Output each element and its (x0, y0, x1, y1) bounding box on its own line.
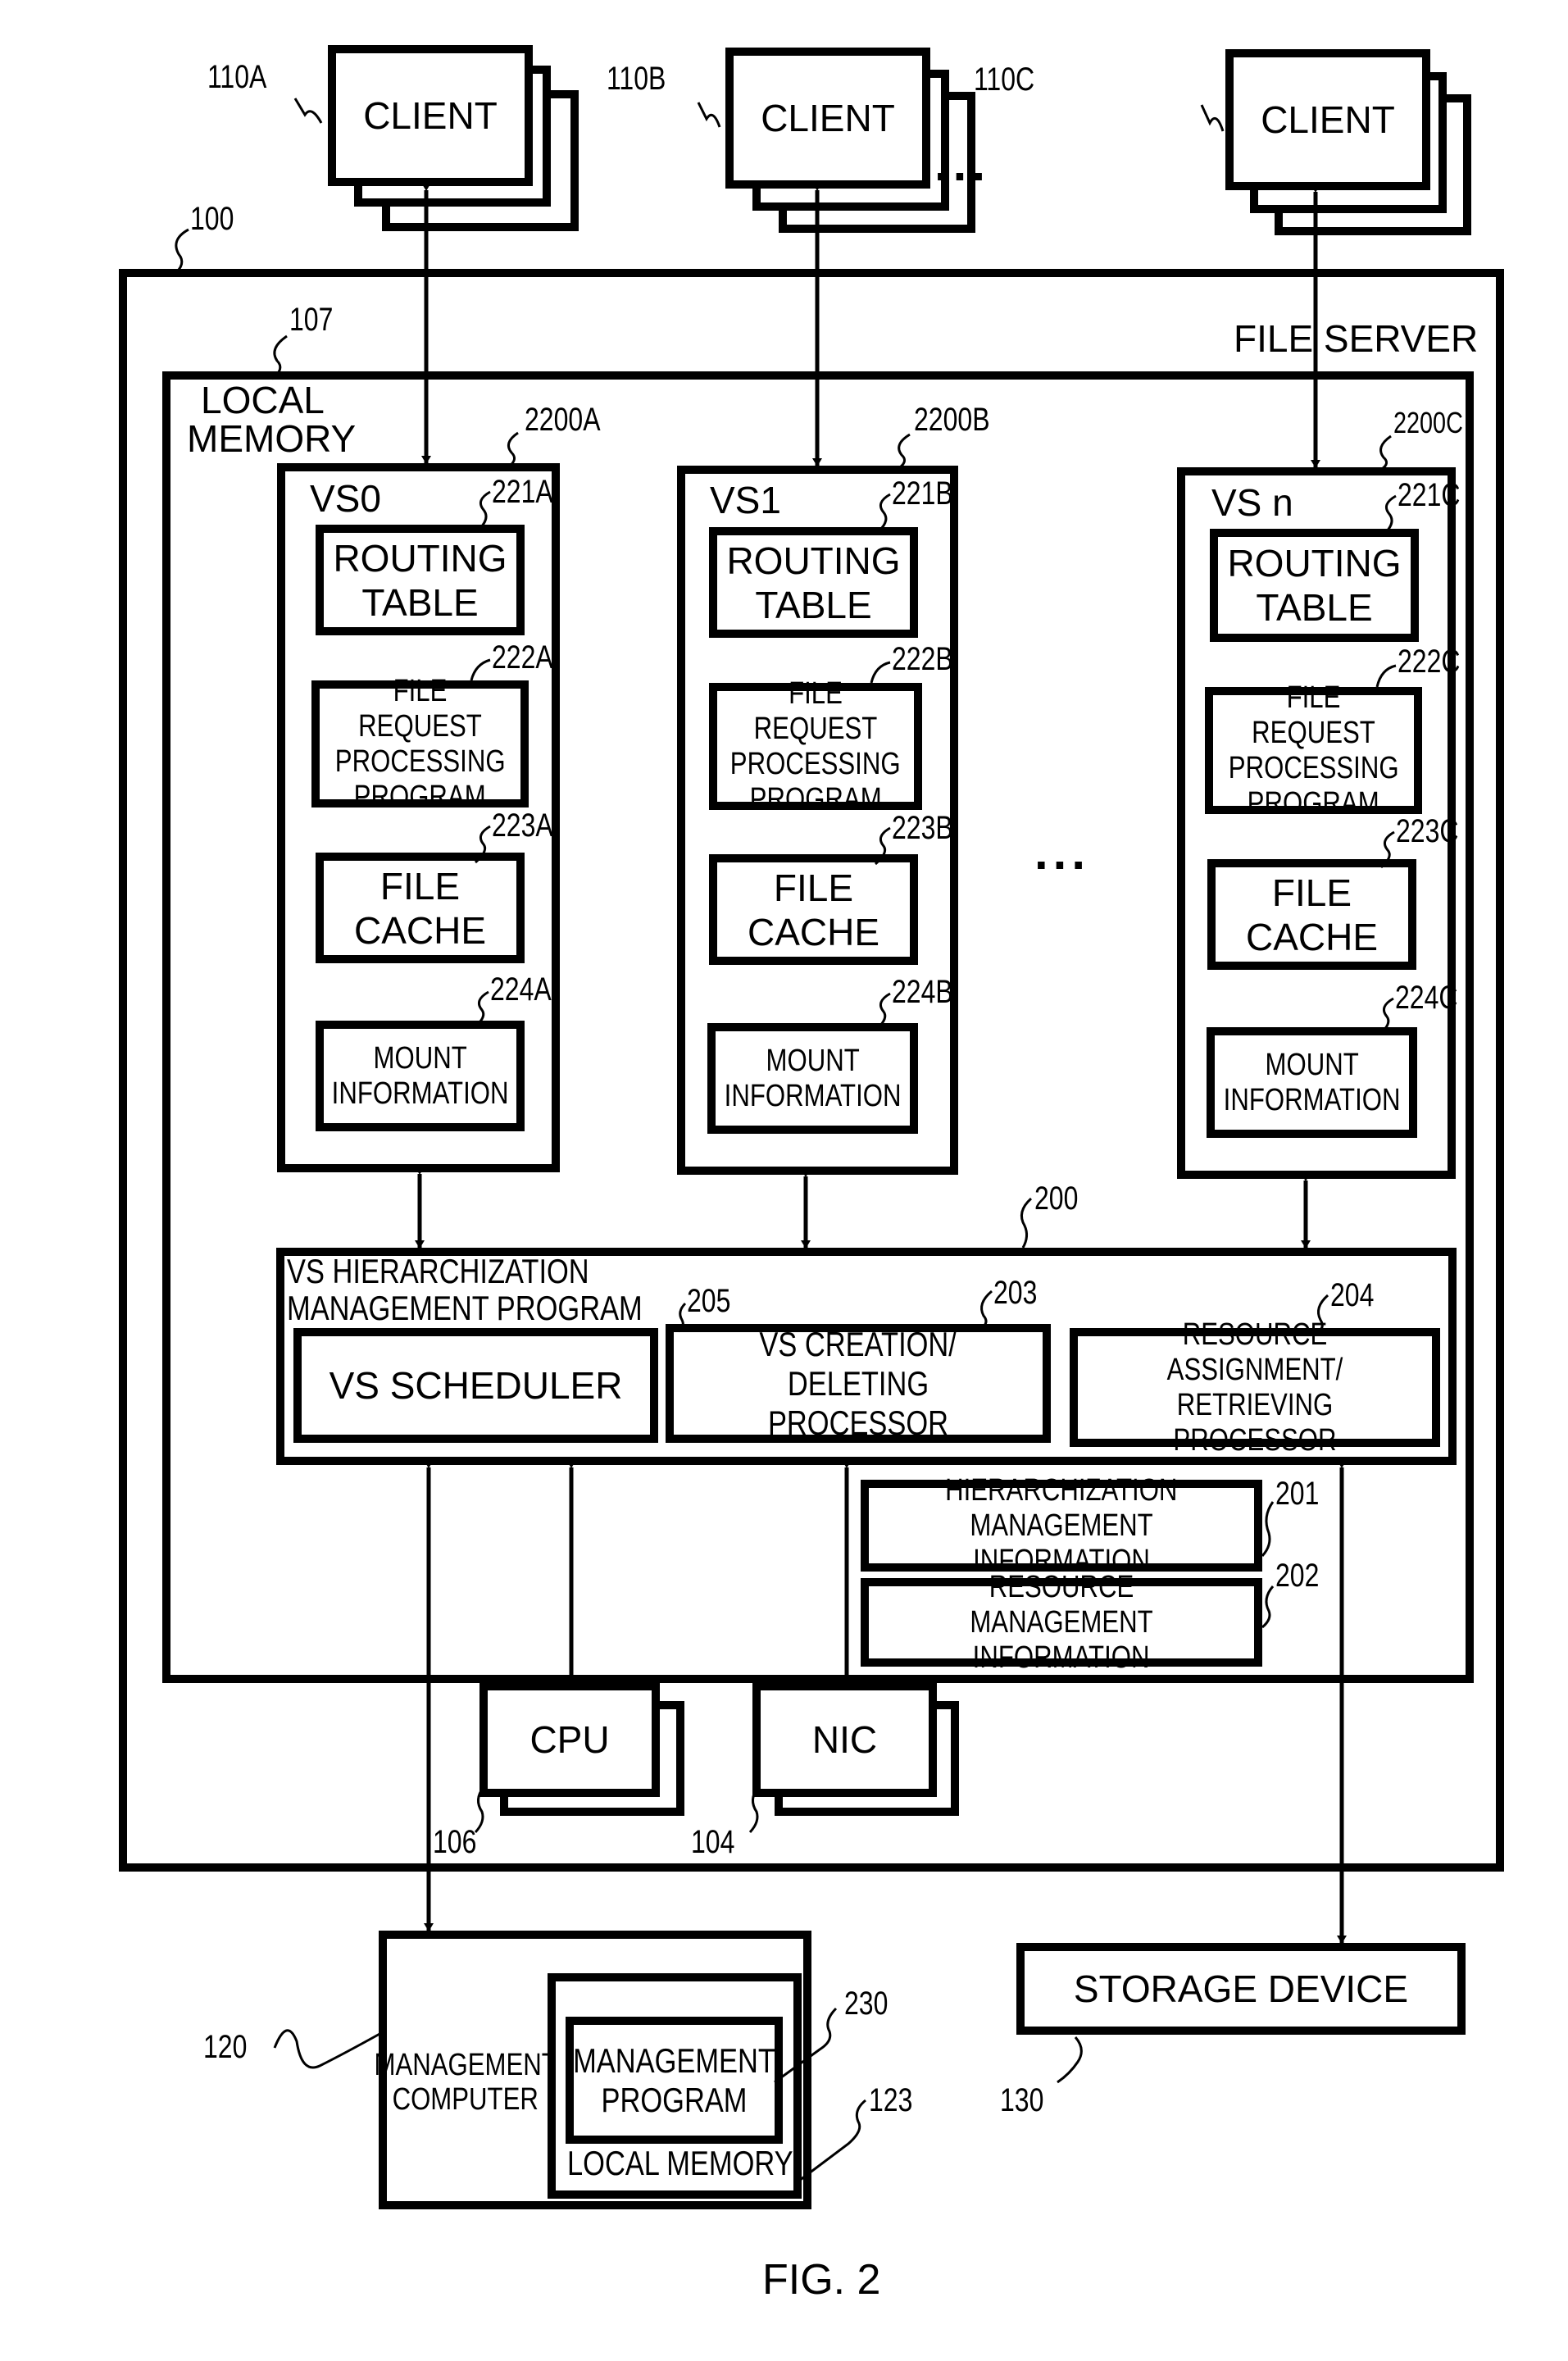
leader-224b (875, 992, 891, 1030)
leader-221b (877, 493, 891, 533)
leader-222c (1375, 664, 1397, 688)
leader-221a (478, 490, 491, 530)
leader-2200a (507, 431, 519, 467)
leader-221c (1384, 494, 1397, 535)
leader-2200b (898, 433, 911, 469)
leader-120 (273, 2029, 382, 2069)
connectors (173, 98, 1397, 2182)
leader-106 (474, 1786, 485, 1834)
leader-100 (173, 228, 189, 276)
leader-224a (475, 990, 489, 1028)
leader-222b (870, 661, 891, 684)
leader-201 (1261, 1501, 1275, 1558)
leader-110c (1200, 104, 1225, 132)
leader-205 (678, 1302, 687, 1333)
leader-204 (1317, 1294, 1329, 1332)
leader-222a (470, 658, 491, 681)
leader-110a (293, 98, 323, 124)
leader-202 (1261, 1585, 1275, 1629)
leader-223b (875, 826, 891, 866)
leader-223a (475, 825, 491, 864)
leader-107 (271, 334, 288, 380)
leader-230 (774, 2007, 838, 2084)
leader-203 (980, 1290, 993, 1328)
leader-130 (1057, 2036, 1083, 2084)
leader-104 (748, 1786, 760, 1834)
leader-224c (1379, 997, 1394, 1035)
leader-110b (697, 102, 721, 128)
leader-2200c (1379, 434, 1392, 471)
leader-200 (1020, 1197, 1033, 1249)
leader-123 (798, 2099, 866, 2182)
leader-223c (1380, 830, 1395, 869)
